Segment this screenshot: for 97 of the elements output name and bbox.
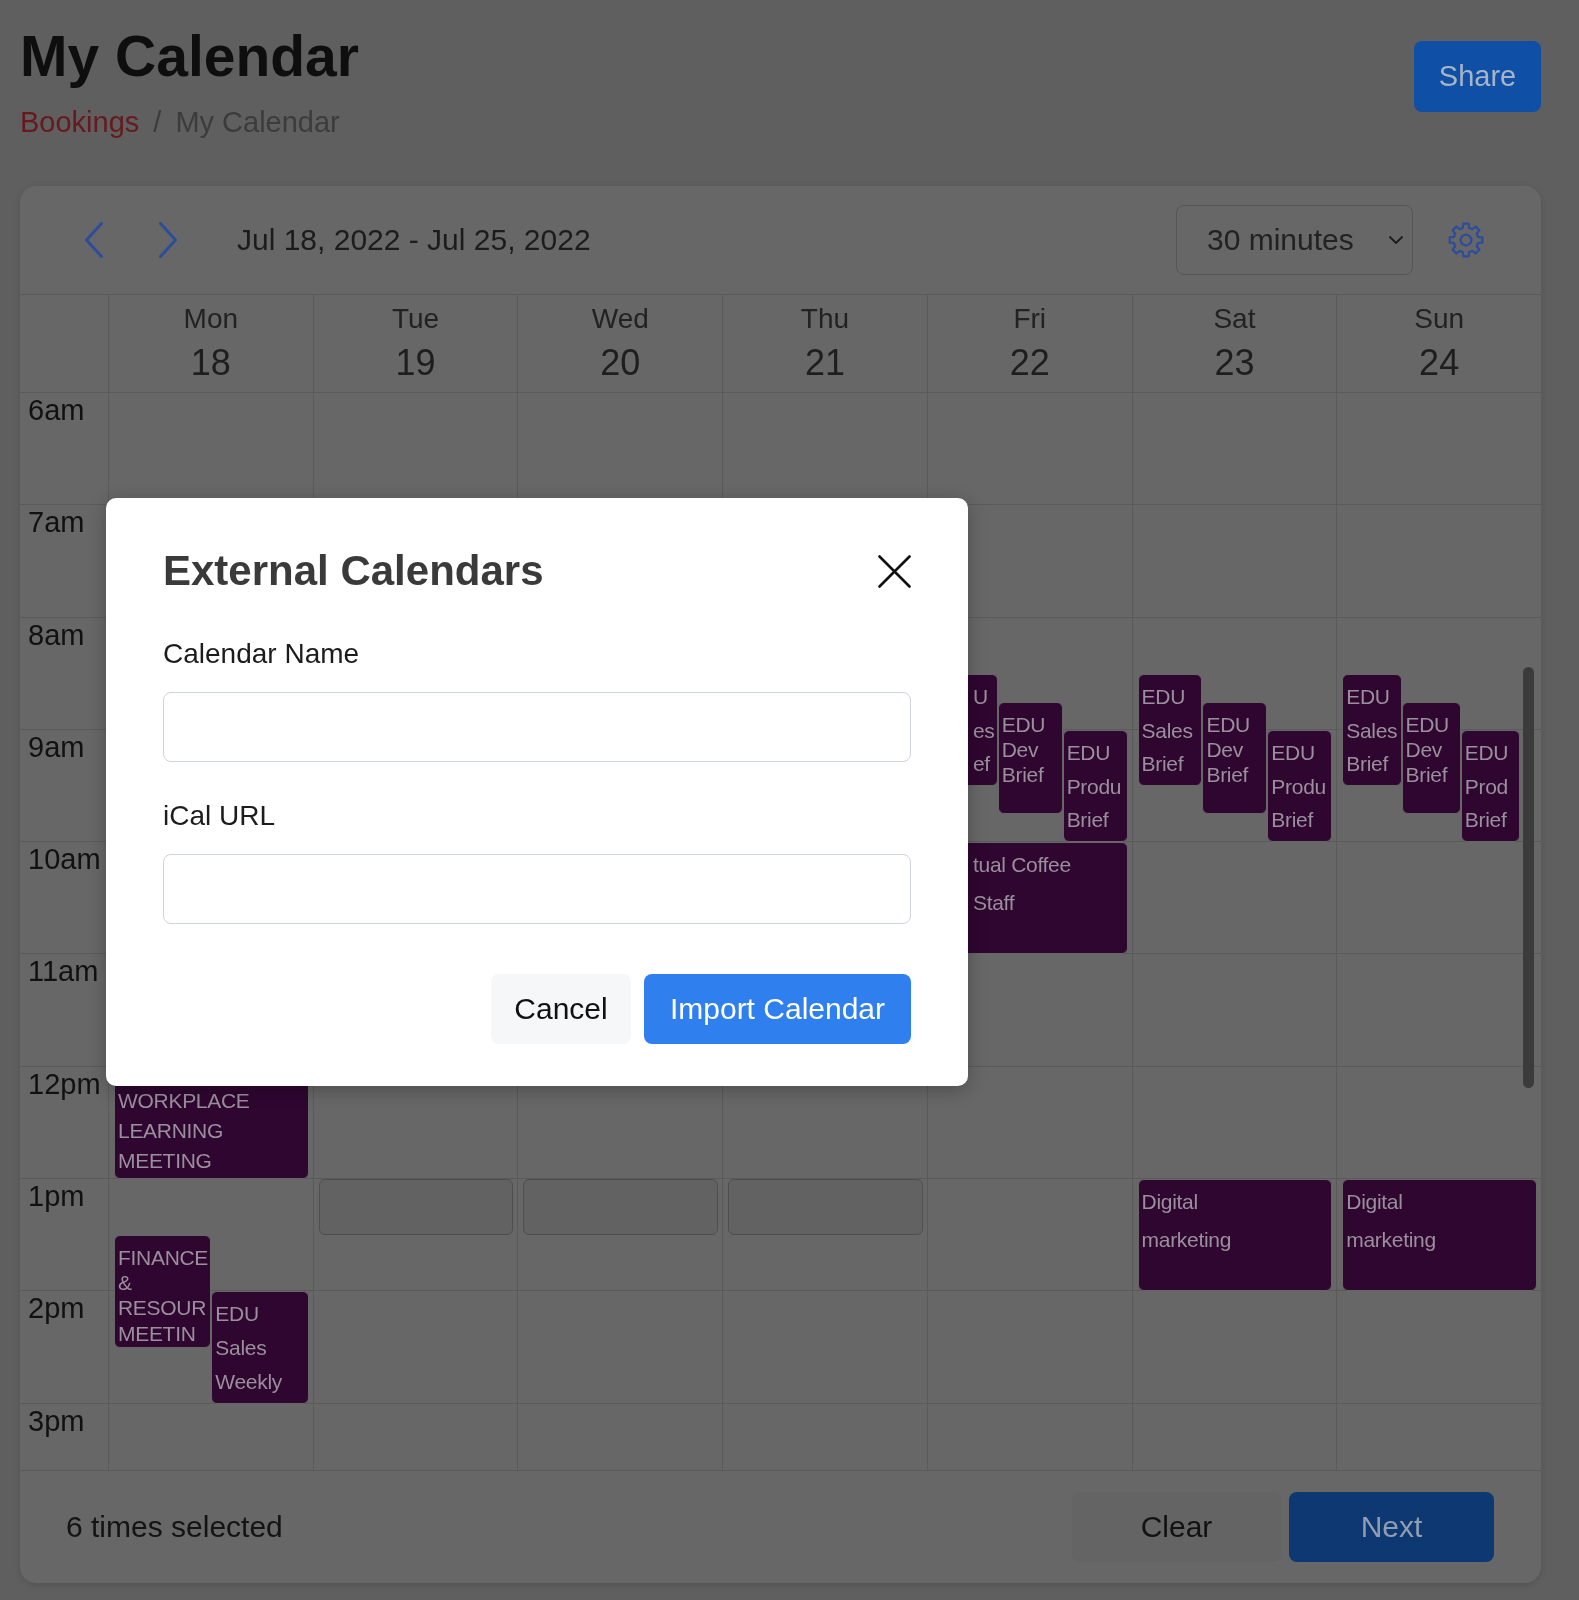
event-title: Brief [1464, 807, 1507, 833]
event-title: Produ [1271, 773, 1326, 799]
event-title: EDU [1066, 739, 1111, 765]
calendar-event[interactable]: EDU Dev Brief [997, 701, 1063, 815]
event-title: es [973, 717, 995, 743]
event-title: marketing [1346, 1227, 1436, 1253]
hour-label: 10am [28, 843, 101, 876]
day-name: Fri [1013, 303, 1047, 335]
day-number: 22 [1009, 341, 1050, 385]
event-title: EDU [1271, 739, 1315, 765]
hour-label: 9am [28, 730, 85, 763]
scrollbar-thumb[interactable] [1523, 667, 1534, 1088]
chevron-left-icon[interactable] [84, 222, 104, 258]
day-name: Thu [800, 303, 850, 335]
hour-label: 7am [28, 506, 85, 539]
day-name: Mon [183, 303, 239, 335]
event-title: Produ [1066, 773, 1122, 799]
day-name: Sat [1213, 303, 1256, 335]
day-name: Tue [391, 303, 440, 335]
event-title: ef [973, 751, 990, 777]
event-title: EDU [215, 1301, 259, 1327]
hour-label: 1pm [28, 1180, 85, 1213]
event-title: Weekly [215, 1368, 282, 1394]
event-title: Brief [1405, 761, 1448, 787]
calendar-event[interactable]: EDU Dev Brief [1401, 701, 1461, 815]
hour-label: 6am [28, 394, 85, 426]
hour-label: 11am [28, 955, 99, 988]
day-name: Sun [1414, 303, 1465, 335]
event-title: Sales [215, 1335, 267, 1361]
calendar-event[interactable]: EDU Dev Brief [1202, 701, 1268, 815]
event-title: FINANCE & [118, 1245, 209, 1296]
day-number: 20 [600, 341, 641, 385]
event-title: WORKPLACE [118, 1088, 250, 1113]
import-button[interactable]: Import Calendar [644, 974, 911, 1044]
field-label: Calendar Name [163, 637, 360, 671]
event-title: Brief [1271, 807, 1314, 833]
event-title: Prod [1464, 773, 1508, 799]
day-number: 24 [1419, 341, 1460, 385]
cancel-button[interactable]: Cancel [491, 974, 631, 1044]
hour-label: 2pm [28, 1292, 85, 1325]
event-title: LEARNING [118, 1118, 223, 1143]
calendar-event[interactable]: EDU Produ Brief [1062, 729, 1128, 843]
event-title: EDU [1464, 739, 1509, 765]
event-title: Digital [1346, 1189, 1403, 1215]
event-title: MEETING [118, 1148, 212, 1174]
event-title: tual Coffee [973, 852, 1071, 878]
event-title: EDU Dev [1405, 711, 1450, 762]
share-button[interactable]: Share [1414, 41, 1541, 112]
calendar-event[interactable]: Digital marketing [1342, 1179, 1537, 1292]
calendar-event[interactable]: EDU Sales Brief [1342, 673, 1402, 787]
input-field[interactable] [163, 854, 911, 924]
input-field[interactable] [163, 692, 911, 762]
calendar-event[interactable]: Digital marketing [1137, 1179, 1333, 1292]
hour-label: 12pm [28, 1067, 101, 1100]
event-title: Brief [1206, 761, 1249, 787]
settings-icon[interactable] [1448, 222, 1484, 258]
close-icon[interactable] [878, 554, 911, 588]
day-number: 23 [1214, 341, 1255, 385]
day-number: 19 [395, 341, 436, 385]
calendar-event[interactable]: EDU Sales Brief [1137, 673, 1203, 787]
dialog-title: External Calendars [163, 546, 544, 596]
event-title: RESOUR [118, 1295, 207, 1321]
calendar-event[interactable]: EDU Produ Brief [1267, 729, 1333, 843]
date-range: Jul 18, 2022 - Jul 25, 2022 [237, 223, 591, 257]
chevron-right-icon[interactable] [158, 222, 178, 258]
day-number: 21 [804, 341, 845, 385]
calendar-event[interactable]: EDU Prod Brief [1460, 729, 1520, 843]
event-title: U [973, 683, 988, 709]
field-label: iCal URL [163, 799, 276, 833]
next-button[interactable]: Next [1289, 1492, 1494, 1562]
event-title: Brief [1141, 751, 1184, 777]
event-title: Sales [1346, 717, 1398, 743]
event-title: EDU [1141, 683, 1185, 709]
day-number: 18 [190, 341, 231, 385]
selected-slot[interactable] [523, 1179, 719, 1236]
selection-count: 6 times selected [66, 1510, 283, 1544]
chevron-down-icon [1389, 236, 1403, 244]
day-name: Wed [591, 303, 649, 335]
hour-label: 3pm [28, 1404, 85, 1437]
event-title: EDU Dev [1001, 711, 1047, 762]
event-title: marketing [1141, 1227, 1232, 1253]
event-title: Brief [1001, 761, 1044, 787]
breadcrumb-separator: / [153, 105, 162, 140]
selected-slot[interactable] [728, 1179, 923, 1236]
event-title: Staff [973, 890, 1015, 916]
hour-label: 8am [28, 618, 85, 651]
event-title: Sales [1141, 717, 1193, 743]
event-title: EDU [1346, 683, 1390, 709]
event-title: MEETIN [118, 1320, 196, 1346]
selected-slot[interactable] [318, 1179, 514, 1236]
calendar-event[interactable]: EDU Sales Weekly [211, 1291, 309, 1404]
page-title: My Calendar [20, 25, 359, 88]
calendar-event[interactable]: FINANCE & RESOUR MEETIN [114, 1235, 212, 1348]
event-title: Brief [1066, 807, 1109, 833]
event-title: EDU Dev [1206, 711, 1251, 762]
event-title: Brief [1346, 751, 1388, 777]
event-title: Digital [1141, 1189, 1198, 1215]
